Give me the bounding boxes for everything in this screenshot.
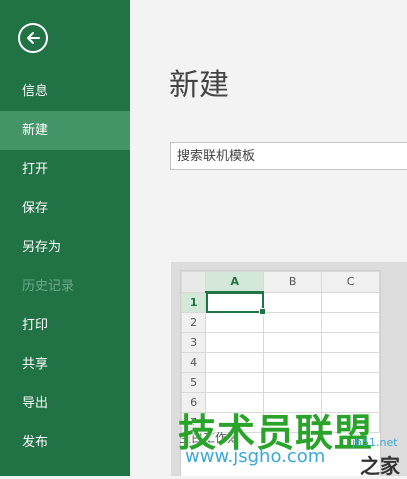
nav-item-save[interactable]: 保存	[0, 189, 130, 228]
back-button[interactable]	[18, 23, 48, 53]
watermark-url: www.jsgho.com	[185, 446, 326, 467]
grid-cell	[263, 372, 323, 393]
row-header: 2	[180, 312, 207, 333]
grid-cell	[321, 372, 380, 393]
grid-cell	[263, 332, 323, 353]
backstage-sidebar: 信息 新建 打开 保存 另存为 历史记录 打印 共享 导出 发布	[0, 0, 130, 476]
nav-item-publish[interactable]: 发布	[0, 423, 130, 462]
row-header: 4	[180, 352, 207, 373]
column-header: C	[321, 271, 380, 293]
row-header: 3	[180, 332, 207, 353]
grid-cell	[205, 352, 265, 373]
grid-cell	[205, 332, 265, 353]
watermark-small-url: jb51.net	[352, 436, 398, 449]
nav-item-share[interactable]: 共享	[0, 345, 130, 384]
grid-cell	[263, 291, 323, 313]
backstage-nav: 信息 新建 打开 保存 另存为 历史记录 打印 共享 导出 发布	[0, 72, 130, 462]
nav-item-print[interactable]: 打印	[0, 306, 130, 345]
row-header: 5	[180, 372, 207, 393]
column-header: B	[263, 271, 323, 293]
row-header: 1	[180, 291, 207, 313]
nav-item-new[interactable]: 新建	[0, 111, 130, 150]
nav-item-info[interactable]: 信息	[0, 72, 130, 111]
fill-handle	[259, 308, 267, 315]
search-templates-input[interactable]	[170, 142, 407, 170]
nav-item-save-as[interactable]: 另存为	[0, 228, 130, 267]
grid-cell	[205, 372, 265, 393]
grid-cell	[321, 312, 380, 333]
grid-cell	[205, 312, 265, 333]
column-header: A	[205, 271, 265, 293]
nav-item-open[interactable]: 打开	[0, 150, 130, 189]
page-title: 新建	[169, 68, 229, 103]
grid-corner	[180, 271, 207, 293]
active-cell	[205, 291, 267, 315]
grid-cell	[321, 332, 380, 353]
grid-cell	[321, 291, 380, 313]
watermark-home-text: 之家	[360, 454, 400, 478]
grid-cell	[263, 352, 323, 373]
grid-cell	[321, 352, 380, 373]
back-arrow-icon	[27, 32, 40, 44]
nav-item-export[interactable]: 导出	[0, 384, 130, 423]
grid-cell	[263, 312, 323, 333]
nav-item-history: 历史记录	[22, 279, 75, 294]
